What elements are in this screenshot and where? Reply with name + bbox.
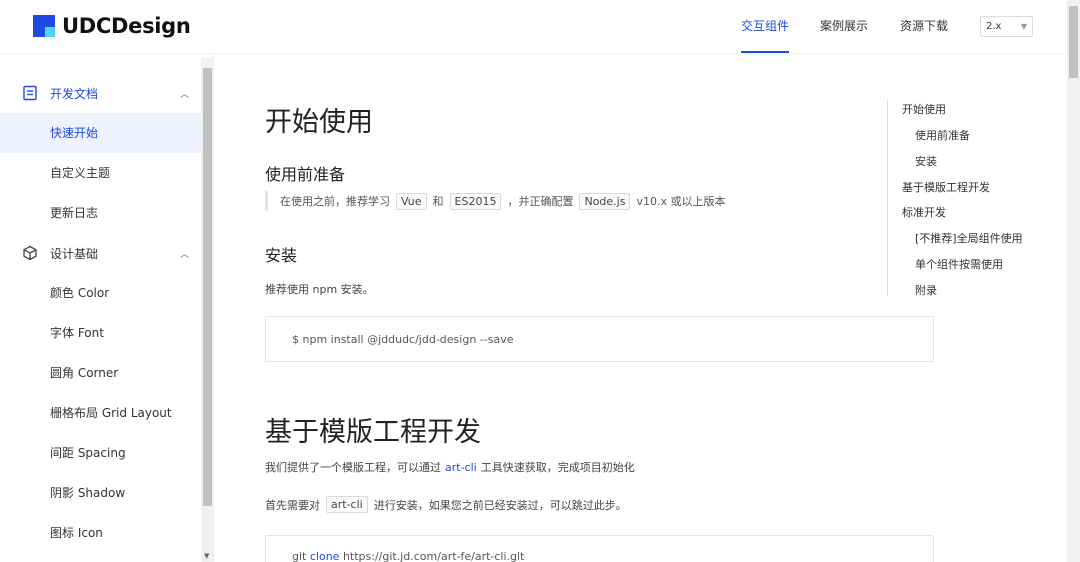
- sidebar-item-icon[interactable]: 图标 Icon: [0, 513, 201, 553]
- template-text-2a: 首先需要对: [265, 498, 320, 512]
- template-text-1b: 工具快速获取，完成项目初始化: [480, 461, 635, 474]
- sidebar-item-custom-theme[interactable]: 自定义主题: [0, 153, 201, 193]
- template-text-1a: 我们提供了一个模版工程，可以通过: [265, 461, 441, 474]
- prep-text-2: ，并正确配置: [507, 195, 574, 208]
- sidebar-scrollbar[interactable]: ▼: [201, 58, 214, 562]
- sidebar-item-font[interactable]: 字体 Font: [0, 313, 201, 353]
- toc-item-standard[interactable]: 标准开发: [902, 204, 946, 220]
- nav-item-cases[interactable]: 案例展示: [820, 0, 868, 53]
- version-select[interactable]: 2.x ▼: [980, 16, 1033, 37]
- toc-item-prep[interactable]: 使用前准备: [915, 127, 970, 143]
- brand-name: UDCDesign: [62, 14, 191, 38]
- chevron-up-icon[interactable]: ︿: [180, 247, 189, 260]
- scroll-down-arrow-icon[interactable]: ▼: [204, 552, 209, 560]
- code-block-clone[interactable]: git clone https://git.jd.com/art-fe/art-…: [265, 535, 934, 562]
- code-block-install[interactable]: $ npm install @jddudc/jdd-design --save: [265, 316, 934, 362]
- code-git: git: [292, 550, 307, 562]
- sidebar-item-color[interactable]: 颜色 Color: [0, 273, 201, 313]
- logo-mark-icon: [33, 15, 55, 37]
- toc-item-start[interactable]: 开始使用: [902, 101, 946, 117]
- prep-text-1: 在使用之前，推荐学习: [280, 195, 390, 208]
- chevron-down-icon: ▼: [1020, 22, 1027, 31]
- sidebar-item-shadow[interactable]: 阴影 Shadow: [0, 473, 201, 513]
- brand-logo[interactable]: UDCDesign: [33, 14, 191, 38]
- sidebar-item-corner[interactable]: 圆角 Corner: [0, 353, 201, 393]
- toc-item-on-demand[interactable]: 单个组件按需使用: [915, 256, 1003, 272]
- nav-item-downloads[interactable]: 资源下载: [900, 0, 948, 53]
- code-tag-nodejs: Node.js: [579, 192, 631, 210]
- sidebar-item-quick-start[interactable]: 快速开始: [0, 113, 201, 153]
- sidebar-group-label: 开发文档: [50, 86, 99, 101]
- sidebar: 开发文档 ︿ 快速开始 自定义主题 更新日志 设计基础 ︿ 颜色 Color 字…: [0, 53, 214, 562]
- toc-item-template[interactable]: 基于模版工程开发: [902, 179, 990, 195]
- template-step: 首先需要对 art-cli 进行安装，如果您之前已经安装过，可以跳过此步。: [265, 496, 627, 513]
- sidebar-group-dev-docs[interactable]: 开发文档 ︿: [0, 73, 201, 113]
- sidebar-scrollbar-thumb[interactable]: [203, 68, 212, 506]
- toc-item-appendix[interactable]: 附录: [915, 282, 937, 298]
- top-header: UDCDesign 交互组件 案例展示 资源下载 2.x ▼: [0, 0, 1067, 53]
- template-text-2b: 进行安装，如果您之前已经安装过，可以跳过此步。: [373, 498, 627, 512]
- nav-item-components[interactable]: 交互组件: [741, 0, 790, 53]
- code-clone: clone: [309, 550, 340, 562]
- prep-note: 在使用之前，推荐学习 Vue 和 ES2015 ，并正确配置 Node.js v…: [265, 191, 725, 211]
- toc-item-install[interactable]: 安装: [915, 153, 937, 169]
- art-cli-link[interactable]: art-cli: [445, 461, 477, 474]
- section-title-template: 基于模版工程开发: [265, 417, 481, 448]
- code-url: https://git.jd.com/art-fe/art-cli.git: [342, 550, 525, 562]
- chevron-up-icon[interactable]: ︿: [180, 87, 189, 100]
- prep-text-3: v10.x 或以上版本: [636, 195, 726, 208]
- version-select-value: 2.x: [986, 21, 1002, 32]
- cube-icon: [23, 245, 37, 261]
- install-text: 推荐使用 npm 安装。: [265, 283, 374, 296]
- prep-text-and: 和: [432, 195, 444, 208]
- sidebar-item-grid-layout[interactable]: 栅格布局 Grid Layout: [0, 393, 201, 433]
- table-of-contents: 开始使用 使用前准备 安装 基于模版工程开发 标准开发 [不推荐]全局组件使用 …: [887, 99, 1047, 298]
- sidebar-group-label: 设计基础: [50, 246, 99, 261]
- sidebar-item-spacing[interactable]: 间距 Spacing: [0, 433, 201, 473]
- install-command: $ npm install @jddudc/jdd-design --save: [292, 333, 514, 346]
- code-tag-es2015: ES2015: [449, 192, 502, 210]
- page-scrollbar[interactable]: [1067, 0, 1080, 562]
- page-title: 开始使用: [265, 107, 373, 138]
- sidebar-item-changelog[interactable]: 更新日志: [0, 193, 201, 233]
- code-tag-vue: Vue: [396, 192, 427, 210]
- page-scrollbar-thumb[interactable]: [1069, 6, 1078, 78]
- sidebar-group-design-basics[interactable]: 设计基础 ︿: [0, 233, 201, 273]
- template-intro: 我们提供了一个模版工程，可以通过 art-cli 工具快速获取，完成项目初始化: [265, 459, 635, 475]
- section-heading-prep: 使用前准备: [265, 165, 346, 184]
- code-tag-art-cli: art-cli: [326, 496, 368, 513]
- toc-item-global[interactable]: [不推荐]全局组件使用: [915, 230, 1023, 246]
- section-heading-install: 安装: [265, 246, 298, 265]
- document-icon: [23, 85, 37, 101]
